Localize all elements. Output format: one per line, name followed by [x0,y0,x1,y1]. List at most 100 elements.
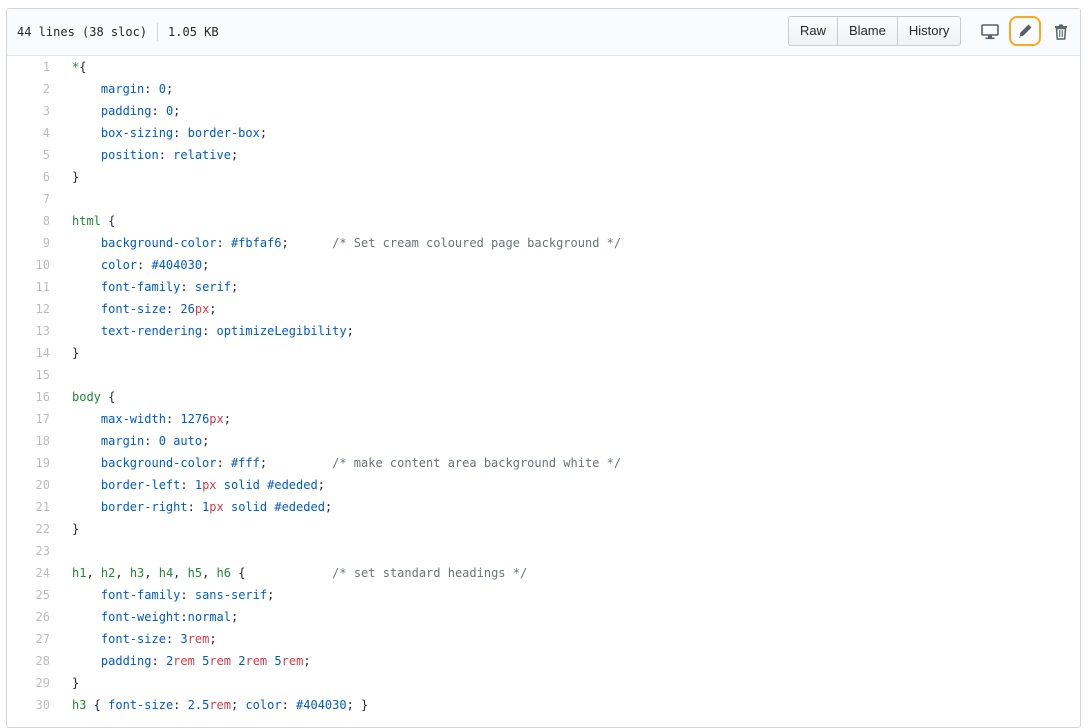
pencil-icon[interactable] [1009,16,1041,46]
line-content: margin: 0; [50,78,173,100]
line-content: font-size: 26px; [50,298,217,320]
code-token: ; } [346,698,369,712]
code-token: background-color [100,236,217,250]
line-number[interactable]: 12 [7,298,50,320]
code-token: font-family [100,588,181,602]
code-token: ; [209,302,217,316]
line-number[interactable]: 15 [7,364,50,386]
code-token: , [86,566,101,580]
code-token: : [173,698,188,712]
code-token: 2.5 [187,698,210,712]
line-number[interactable]: 21 [7,496,50,518]
line-content: *{ [50,56,86,78]
line-content [50,364,72,386]
raw-button[interactable]: Raw [788,16,839,46]
code-token: text-rendering [100,324,203,338]
code-line: 28 padding: 2rem 5rem 2rem 5rem; [7,650,1080,672]
code-token: /* make content area background white */ [332,456,622,470]
line-number[interactable]: 5 [7,144,50,166]
line-content: padding: 0; [50,100,181,122]
line-number[interactable]: 30 [7,694,50,716]
line-number[interactable]: 17 [7,408,50,430]
code-token: px [209,412,224,426]
code-line: 7 [7,188,1080,210]
code-token: /* Set cream coloured page background */ [332,236,622,250]
code-token: } [72,170,80,184]
code-token: : [202,324,217,338]
code-token: #404030 [296,698,347,712]
code-token: ; [231,698,246,712]
code-token: margin [100,434,145,448]
line-number[interactable]: 10 [7,254,50,276]
code-line: 4 box-sizing: border-box; [7,122,1080,144]
trash-icon[interactable] [1046,17,1076,47]
desktop-icon[interactable] [975,17,1005,47]
history-button[interactable]: History [896,16,962,46]
code-token: rem [245,654,268,668]
code-token: : [151,104,166,118]
line-number[interactable]: 7 [7,188,50,210]
line-number[interactable]: 27 [7,628,50,650]
line-content: } [50,518,79,540]
code-token: border-box [187,126,260,140]
line-number[interactable]: 29 [7,672,50,694]
code-line: 20 border-left: 1px solid #ededed; [7,474,1080,496]
line-number[interactable]: 19 [7,452,50,474]
code-token: ; [230,610,239,624]
code-line: 27 font-size: 3rem; [7,628,1080,650]
code-token: ; [303,654,311,668]
code-token: : [180,610,188,624]
line-number[interactable]: 6 [7,166,50,188]
line-content: background-color: #fff; /* make content … [50,452,621,474]
code-token: h1 [72,566,87,580]
code-token: rem [209,698,231,712]
code-line: 2 margin: 0; [7,78,1080,100]
line-number[interactable]: 25 [7,584,50,606]
code-token: ; [324,500,333,514]
line-number[interactable]: 23 [7,540,50,562]
line-number[interactable]: 3 [7,100,50,122]
line-number[interactable]: 11 [7,276,50,298]
code-token: : [158,148,174,162]
line-content: position: relative; [50,144,238,166]
code-line: 12 font-size: 26px; [7,298,1080,320]
code-line: 24 h1, h2, h3, h4, h5, h6 { /* set standa… [7,562,1080,584]
line-number[interactable]: 28 [7,650,50,672]
file-size: 1.05 KB [168,25,219,39]
line-number[interactable]: 18 [7,430,50,452]
code-line: 8 html { [7,210,1080,232]
code-line: 10 color: #404030; [7,254,1080,276]
line-number[interactable]: 13 [7,320,50,342]
code-token: #fbfaf6 [230,236,282,250]
line-content: font-family: serif; [50,276,238,298]
line-number[interactable]: 14 [7,342,50,364]
code-token: : [180,280,195,294]
line-number[interactable]: 2 [7,78,50,100]
line-number[interactable]: 1 [7,56,50,78]
code-token: { [230,566,333,580]
line-number[interactable]: 22 [7,518,50,540]
line-number[interactable]: 24 [7,562,50,584]
code-token: : [144,434,159,448]
line-number[interactable]: 20 [7,474,50,496]
line-number[interactable]: 9 [7,232,50,254]
line-number[interactable]: 4 [7,122,50,144]
code-token: border-left [100,478,181,492]
line-number[interactable]: 16 [7,386,50,408]
code-line: 21 border-right: 1px solid #ededed; [7,496,1080,518]
code-line: 30 h3 { font-size: 2.5rem; color: #404030… [7,694,1080,716]
line-number[interactable]: 8 [7,210,50,232]
code-token: font-weight [100,610,181,624]
line-content: font-family: sans-serif; [50,584,274,606]
line-number[interactable]: 26 [7,606,50,628]
blame-button[interactable]: Blame [837,16,898,46]
